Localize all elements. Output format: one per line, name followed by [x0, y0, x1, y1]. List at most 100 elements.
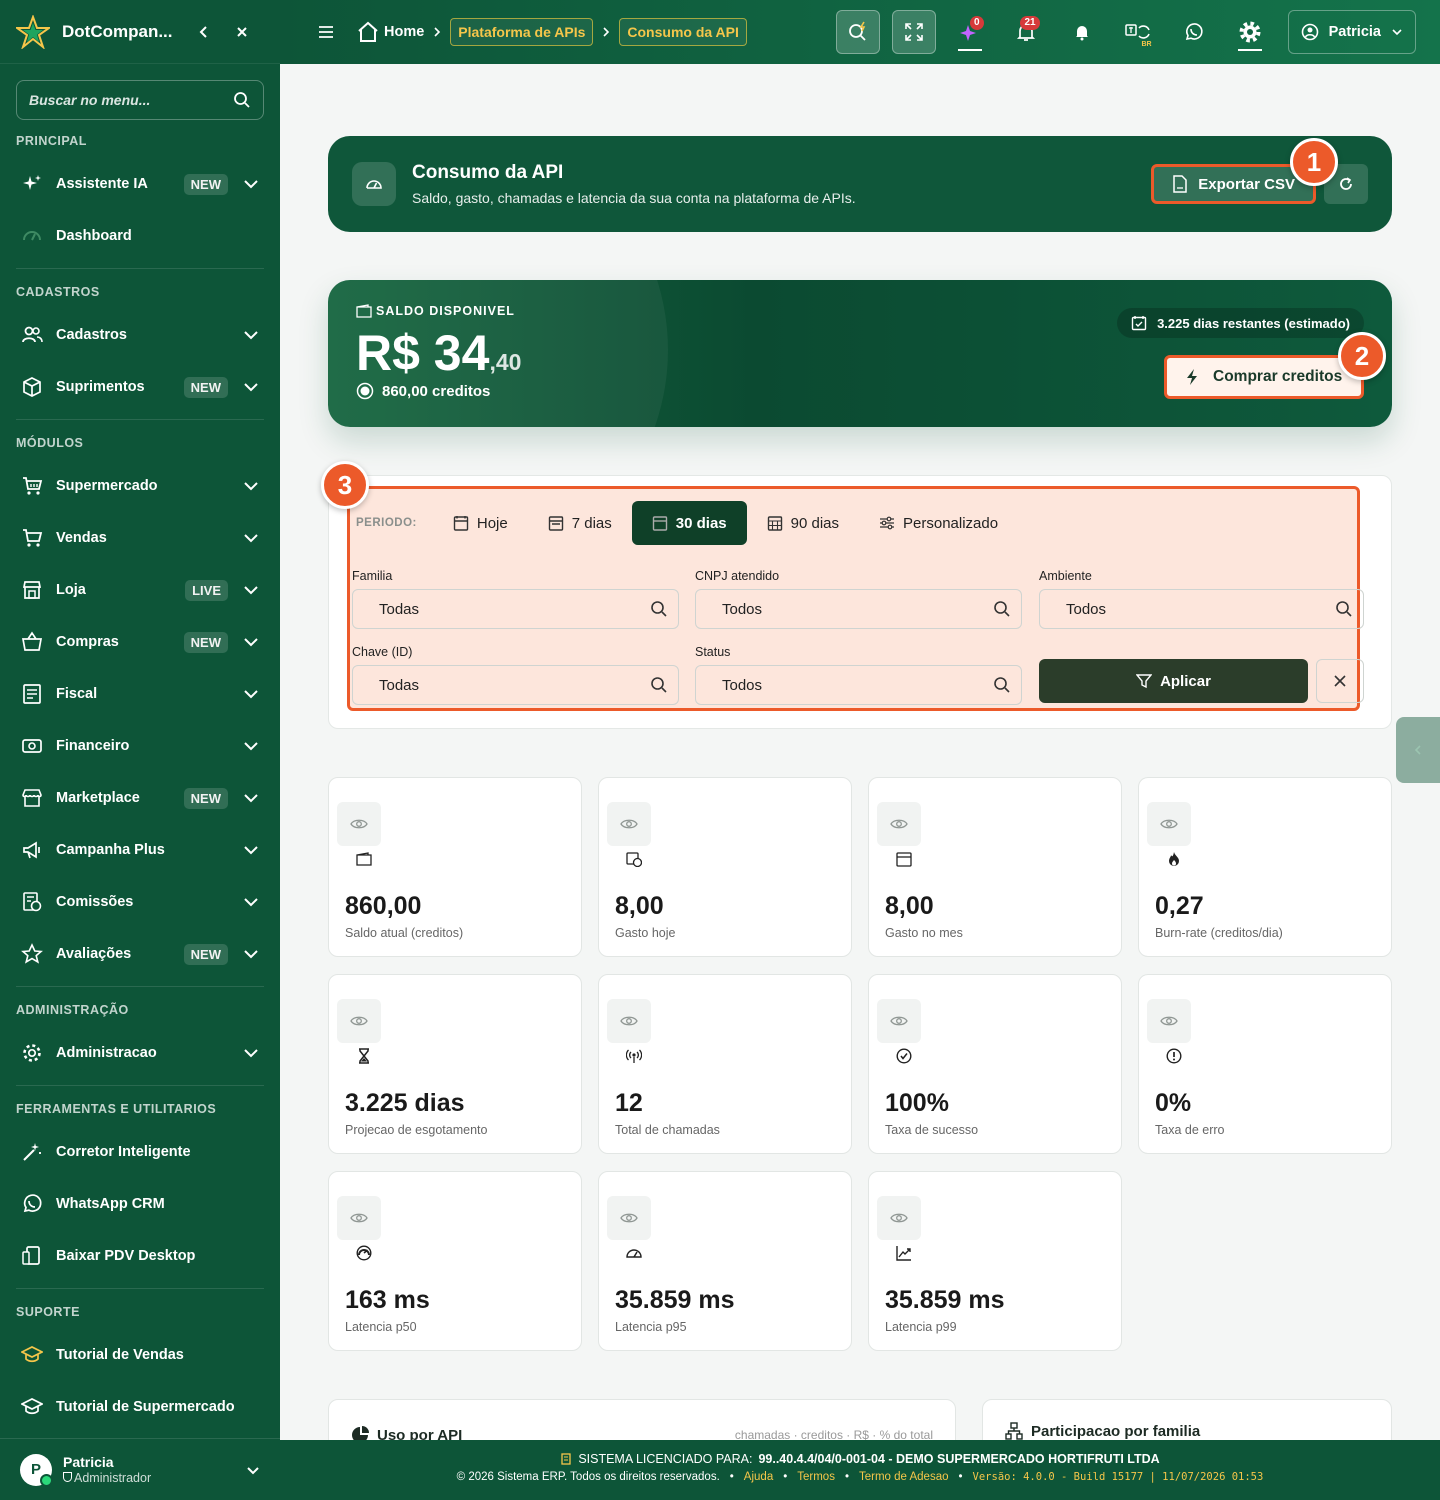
link-ajuda[interactable]: Ajuda [744, 1471, 773, 1483]
basket-icon [20, 630, 44, 654]
familia-select[interactable]: Todas [352, 589, 679, 629]
wallet-icon [355, 850, 373, 868]
chave-select[interactable]: Todas [352, 665, 679, 705]
breadcrumb-home[interactable]: Home [356, 20, 424, 44]
sidebar-item-assistente-ia[interactable]: Assistente IA NEW [0, 158, 280, 210]
sidebar-item-fiscal[interactable]: Fiscal [0, 668, 280, 720]
chevron-right-icon [434, 27, 441, 37]
link-termos[interactable]: Termos [797, 1471, 835, 1483]
filter-icon [1136, 674, 1153, 689]
star-logo-icon [16, 14, 50, 49]
balance-amount-cents: ,40 [489, 349, 522, 375]
toggle-visibility-button[interactable] [607, 999, 651, 1043]
toggle-visibility-button[interactable] [877, 999, 921, 1043]
clear-filters-button[interactable] [1316, 659, 1364, 703]
alerts-button[interactable] [1060, 10, 1104, 54]
calendar-check-icon [1131, 316, 1147, 331]
document-icon [20, 682, 44, 706]
buy-credits-button[interactable]: Comprar creditos [1164, 355, 1364, 399]
sidebar-item-whatsapp-crm[interactable]: WhatsApp CRM [0, 1178, 280, 1230]
period-7-dias-button[interactable]: 7 dias [528, 501, 632, 545]
toggle-visibility-button[interactable] [1147, 999, 1191, 1043]
search-icon[interactable] [233, 91, 251, 109]
sidebar-item-marketplace[interactable]: Marketplace NEW [0, 772, 280, 824]
whatsapp-button[interactable] [1172, 10, 1216, 54]
period-hoje-button[interactable]: Hoje [433, 501, 528, 545]
toggle-visibility-button[interactable] [337, 1196, 381, 1240]
toggle-visibility-button[interactable] [877, 802, 921, 846]
apply-filters-button[interactable]: Aplicar [1039, 659, 1308, 703]
fullscreen-button[interactable] [891, 10, 936, 54]
sidebar-item-campanha-plus[interactable]: Campanha Plus [0, 824, 280, 876]
eye-icon [350, 1016, 368, 1026]
sidebar-item-dashboard[interactable]: Dashboard [0, 210, 280, 262]
period-90-dias-button[interactable]: 90 dias [747, 501, 859, 545]
main-content: Consumo da API Saldo, gasto, chamadas e … [280, 64, 1440, 1459]
close-sidebar-button[interactable] [228, 18, 256, 46]
sidebar-item-compras[interactable]: Compras NEW [0, 616, 280, 668]
sidebar-item-tutorial-vendas[interactable]: Tutorial de Vendas [0, 1329, 280, 1381]
side-panel-toggle[interactable] [1396, 717, 1440, 783]
breadcrumb-consumo[interactable]: Consumo da API [619, 18, 747, 46]
toggle-visibility-button[interactable] [877, 1196, 921, 1240]
period-personalizado-button[interactable]: Personalizado [859, 501, 1018, 545]
quick-search-button[interactable] [835, 10, 880, 54]
sidebar-item-corretor-inteligente[interactable]: Corretor Inteligente [0, 1126, 280, 1178]
user-role-text: Administrador [74, 1471, 152, 1485]
kpi-label: Total de chamadas [615, 1123, 720, 1137]
eye-icon [620, 1213, 638, 1223]
sidebar-item-administracao[interactable]: Administracao [0, 1027, 280, 1079]
toggle-visibility-button[interactable] [607, 802, 651, 846]
whatsapp-icon [20, 1192, 44, 1216]
menu-search-input[interactable] [29, 92, 233, 108]
bell-filled-icon [1075, 26, 1088, 41]
eye-icon [890, 819, 908, 829]
sidebar-item-label: Avaliações [56, 946, 132, 962]
gauge-icon [355, 1244, 373, 1262]
kpi-label: Taxa de sucesso [885, 1123, 979, 1137]
ai-badge: 0 [970, 16, 984, 30]
settings-button[interactable] [1228, 10, 1272, 54]
sidebar-item-supermercado[interactable]: Supermercado [0, 460, 280, 512]
sidebar-item-financeiro[interactable]: Financeiro [0, 720, 280, 772]
period-label-text: 30 dias [675, 514, 727, 532]
status-label: Status [695, 645, 731, 659]
sidebar-item-tutorial-supermercado[interactable]: Tutorial de Supermercado [0, 1381, 280, 1433]
sidebar-item-vendas[interactable]: Vendas [0, 512, 280, 564]
notifications-button[interactable]: 21 [1004, 10, 1048, 54]
search-icon [994, 677, 1010, 693]
ambiente-select[interactable]: Todos [1039, 589, 1364, 629]
sidebar-item-baixar-pdv[interactable]: Baixar PDV Desktop [0, 1230, 280, 1282]
refresh-icon [1340, 177, 1352, 190]
status-select[interactable]: Todos [695, 665, 1022, 705]
link-termo-adesao[interactable]: Termo de Adesao [859, 1471, 949, 1483]
sidebar-user[interactable]: P Patricia Administrador [0, 1438, 280, 1500]
sidebar-item-suprimentos[interactable]: Suprimentos NEW [0, 361, 280, 413]
kpi-card: 8,00 Gasto hoje [598, 777, 852, 957]
balance-label-text: SALDO DISPONIVEL [376, 304, 515, 318]
user-menu-button[interactable]: Patricia [1287, 10, 1416, 54]
sidebar-item-loja[interactable]: Loja LIVE [0, 564, 280, 616]
cnpj-select[interactable]: Todos [695, 589, 1022, 629]
language-button[interactable]: BR [1116, 10, 1160, 54]
collapse-sidebar-button[interactable] [190, 18, 218, 46]
sidebar-item-avaliacoes[interactable]: Avaliações NEW [0, 928, 280, 980]
section-cadastros: CADASTROS [16, 285, 100, 299]
page-header-text: Consumo da API Saldo, gasto, chamadas e … [412, 162, 856, 206]
ai-notifications-button[interactable]: 0 [948, 10, 992, 54]
toggle-visibility-button[interactable] [337, 802, 381, 846]
page-title: Consumo da API [412, 162, 564, 183]
close-icon [237, 26, 247, 37]
toggle-visibility-button[interactable] [1147, 802, 1191, 846]
kpi-card: 0,27 Burn-rate (creditos/dia) [1138, 777, 1392, 957]
sidebar-item-comissoes[interactable]: Comissões [0, 876, 280, 928]
hamburger-menu-icon[interactable] [316, 22, 336, 42]
sidebar-item-label: Tutorial de Supermercado [56, 1399, 235, 1415]
filters-panel: PERIODO: Hoje 7 dias 30 dias 90 dias Per… [328, 475, 1392, 729]
toggle-visibility-button[interactable] [337, 999, 381, 1043]
breadcrumb-plataforma[interactable]: Plataforma de APIs [450, 18, 594, 46]
period-30-dias-button[interactable]: 30 dias [631, 501, 747, 545]
toggle-visibility-button[interactable] [607, 1196, 651, 1240]
kpi-label: Gasto no mes [885, 926, 963, 940]
sidebar-item-cadastros[interactable]: Cadastros [0, 309, 280, 361]
